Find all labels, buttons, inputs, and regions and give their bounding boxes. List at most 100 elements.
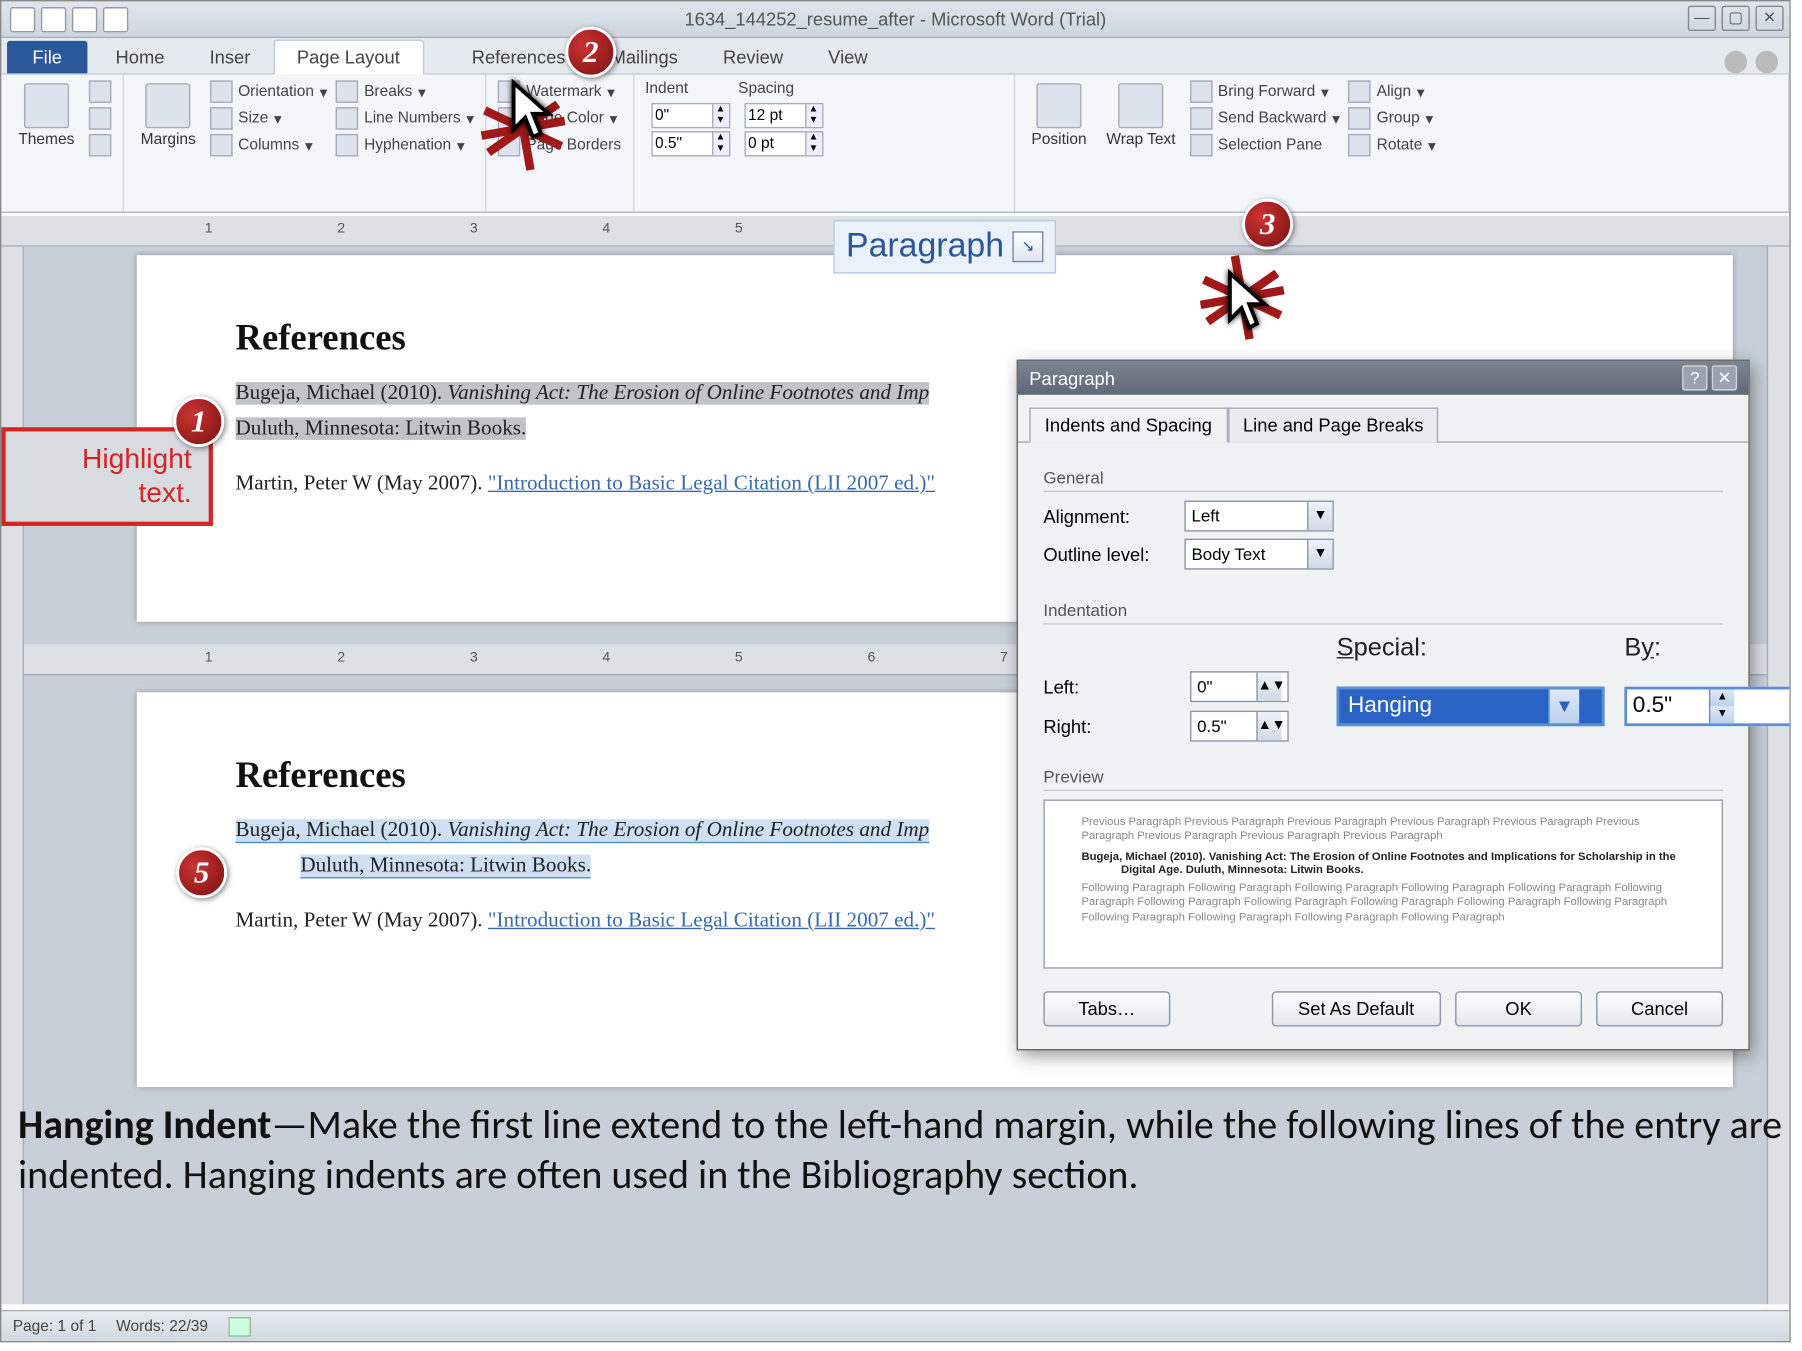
ok-button[interactable]: OK <box>1455 991 1582 1026</box>
tab-page-layout[interactable]: Page Layout <box>273 39 424 74</box>
wrap-text-button[interactable]: Wrap Text <box>1101 80 1182 151</box>
dialog-launcher-icon[interactable]: ↘ <box>1012 231 1043 262</box>
theme-effects[interactable] <box>88 134 111 157</box>
indent-left-input[interactable] <box>652 107 711 124</box>
tab-view[interactable]: View <box>806 41 891 73</box>
title-bar: 1634_144252_resume_after - Microsoft Wor… <box>1 1 1789 38</box>
tabs-button[interactable]: Tabs… <box>1043 991 1170 1026</box>
alignment-combo[interactable]: ▼ <box>1184 501 1333 532</box>
chevron-down-icon[interactable]: ▼ <box>1307 540 1332 568</box>
outline-combo[interactable]: ▼ <box>1184 539 1333 570</box>
status-page[interactable]: Page: 1 of 1 <box>13 1318 97 1335</box>
paragraph-launcher-label: Paragraph <box>846 227 1004 266</box>
rotate-button[interactable]: Rotate ▾ <box>1348 134 1435 157</box>
by-input[interactable] <box>1627 694 1709 719</box>
document-title: 1634_144252_resume_after - Microsoft Wor… <box>684 8 1106 29</box>
left-input[interactable] <box>1191 677 1256 697</box>
dialog-close-button[interactable]: ✕ <box>1712 365 1737 390</box>
paragraph-dialog: Paragraph ? ✕ Indents and Spacing Line a… <box>1017 360 1750 1051</box>
selection-pane-button[interactable]: Selection Pane <box>1190 134 1340 157</box>
wrap-text-icon <box>1118 83 1163 128</box>
spacing-after-input[interactable] <box>745 135 804 152</box>
left-label: Left: <box>1043 676 1170 697</box>
paragraph-launcher-tooltip[interactable]: Paragraph ↘ <box>833 220 1056 274</box>
spacing-label: Spacing <box>738 80 823 97</box>
minimize-ribbon-icon[interactable] <box>1724 51 1747 74</box>
set-default-button[interactable]: Set As Default <box>1271 991 1441 1026</box>
status-proofing-icon[interactable] <box>228 1316 251 1336</box>
window-minimize[interactable]: — <box>1688 6 1716 31</box>
send-backward-button[interactable]: Send Backward ▾ <box>1190 107 1340 130</box>
right-input[interactable] <box>1191 716 1256 736</box>
section-general: General <box>1043 468 1723 492</box>
indent-left-spin[interactable]: ▲▼ <box>651 103 730 128</box>
help-icon[interactable] <box>1755 51 1778 74</box>
group-arrange: Position Wrap Text Bring Forward ▾ Send … <box>1014 75 1789 212</box>
spacing-before-spin[interactable]: ▲▼ <box>744 103 823 128</box>
watermark-button[interactable]: Watermark ▾ <box>498 80 621 103</box>
theme-colors[interactable] <box>88 80 111 103</box>
left-spin[interactable]: ▲▼ <box>1190 671 1289 702</box>
redo-icon[interactable] <box>103 6 128 31</box>
alignment-input[interactable] <box>1186 506 1307 526</box>
line-numbers-button[interactable]: Line Numbers ▾ <box>336 107 474 130</box>
callout-highlight-text: Highlight text. <box>1 427 212 526</box>
columns-button[interactable]: Columns ▾ <box>210 134 328 157</box>
right-label: Right: <box>1043 716 1170 737</box>
ribbon: Themes Margins Orientation ▾ Size ▾ <box>1 75 1789 213</box>
send-backward-icon <box>1190 107 1213 130</box>
by-spin[interactable]: ▲▼ <box>1624 687 1790 726</box>
page-color-button[interactable]: Page Color ▾ <box>498 107 621 130</box>
orientation-button[interactable]: Orientation ▾ <box>210 80 328 103</box>
special-combo[interactable]: ▼ <box>1337 687 1605 726</box>
group-button[interactable]: Group ▾ <box>1348 107 1435 130</box>
indent-right-spin[interactable]: ▲▼ <box>651 131 730 156</box>
chevron-down-icon[interactable]: ▼ <box>1307 502 1332 530</box>
tab-indents-spacing[interactable]: Indents and Spacing <box>1029 407 1227 442</box>
dialog-title: Paragraph <box>1029 367 1115 388</box>
dialog-title-bar[interactable]: Paragraph ? ✕ <box>1018 361 1748 395</box>
dialog-help-button[interactable]: ? <box>1682 365 1707 390</box>
cancel-button[interactable]: Cancel <box>1596 991 1723 1026</box>
undo-icon[interactable] <box>72 6 97 31</box>
window-restore[interactable]: ▢ <box>1722 6 1750 31</box>
breaks-button[interactable]: Breaks ▾ <box>336 80 474 103</box>
ribbon-tabs: File Home Inser Page Layout References M… <box>1 38 1789 75</box>
margins-button[interactable]: Margins <box>135 80 201 151</box>
bring-forward-icon <box>1190 80 1213 103</box>
preview-box: Previous Paragraph Previous Paragraph Pr… <box>1043 799 1723 968</box>
spinner-icon[interactable]: ▲▼ <box>1256 712 1281 740</box>
tab-file[interactable]: File <box>7 41 87 73</box>
rotate-icon <box>1348 134 1371 157</box>
tab-review[interactable]: Review <box>700 41 805 73</box>
right-spin[interactable]: ▲▼ <box>1190 711 1289 742</box>
outline-input[interactable] <box>1186 544 1307 564</box>
themes-button[interactable]: Themes <box>13 80 80 151</box>
theme-fonts[interactable] <box>88 107 111 130</box>
spin-down-icon[interactable]: ▼ <box>1709 706 1734 723</box>
tab-insert[interactable]: Inser <box>187 41 273 73</box>
indent-label: Indent <box>645 80 730 97</box>
position-button[interactable]: Position <box>1026 80 1092 151</box>
spinner-icon[interactable]: ▲▼ <box>1256 673 1281 701</box>
size-button[interactable]: Size ▾ <box>210 107 328 130</box>
spacing-before-input[interactable] <box>745 107 804 124</box>
hyphenation-button[interactable]: Hyphenation ▾ <box>336 134 474 157</box>
spacing-after-spin[interactable]: ▲▼ <box>744 131 823 156</box>
tab-line-page-breaks[interactable]: Line and Page Breaks <box>1227 407 1438 442</box>
status-words[interactable]: Words: 22/39 <box>116 1318 208 1335</box>
effects-icon <box>88 134 111 157</box>
page-borders-icon <box>498 134 521 157</box>
chevron-down-icon[interactable]: ▼ <box>1548 689 1579 723</box>
special-input[interactable] <box>1340 694 1549 719</box>
spin-up-icon[interactable]: ▲ <box>1709 689 1734 706</box>
group-paragraph: Indent ▲▼ ▲▼ Spacing ▲▼ <box>634 75 1015 212</box>
tab-home[interactable]: Home <box>93 41 187 73</box>
indent-right-input[interactable] <box>652 135 711 152</box>
window-close[interactable]: ✕ <box>1755 6 1783 31</box>
save-icon[interactable] <box>41 6 66 31</box>
bring-forward-button[interactable]: Bring Forward ▾ <box>1190 80 1340 103</box>
page-borders-button[interactable]: Page Borders <box>498 134 621 157</box>
align-button[interactable]: Align ▾ <box>1348 80 1435 103</box>
hyphenation-icon <box>336 134 359 157</box>
